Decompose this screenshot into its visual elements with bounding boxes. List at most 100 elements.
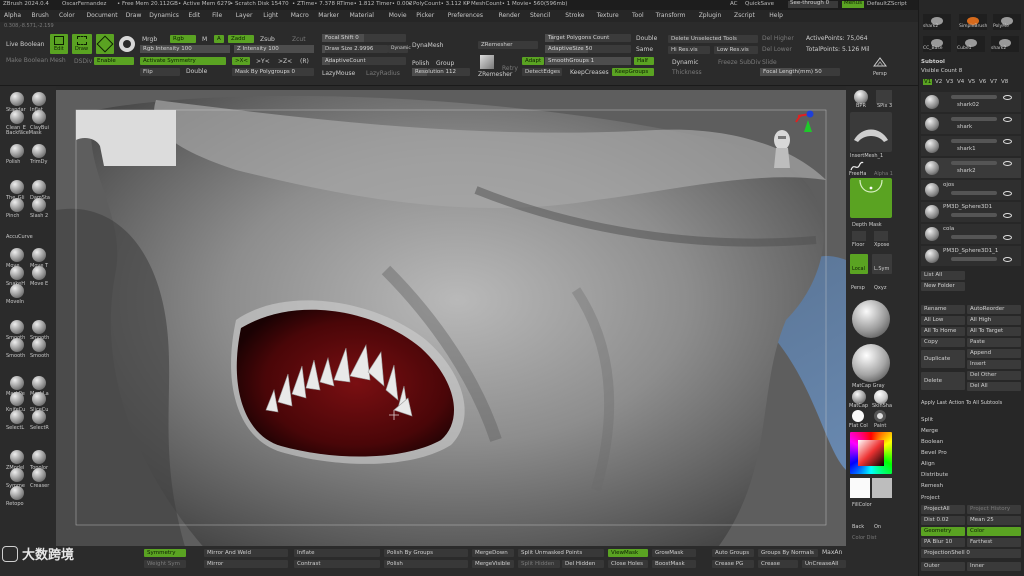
menu-marker[interactable]: Marker (318, 12, 339, 19)
dynamesh-button[interactable]: DynaMesh (412, 42, 443, 50)
brush-icon[interactable] (10, 468, 24, 482)
version-tab[interactable]: V6 (978, 79, 987, 85)
zremesher-button[interactable]: ZRemesher (478, 41, 538, 49)
alpha-thumb[interactable] (850, 178, 892, 218)
version-tab[interactable]: V5 (967, 79, 976, 85)
brush-label[interactable]: Creaser (30, 483, 49, 489)
viewmask-toggle[interactable]: ViewMask (608, 549, 648, 557)
menu-draw[interactable]: Draw (126, 12, 142, 19)
crease-button[interactable]: Crease (758, 560, 798, 568)
menu-movie[interactable]: Movie (389, 12, 407, 19)
z-axis-button[interactable]: >Z< (278, 58, 292, 66)
navigation-gizmo[interactable] (768, 108, 814, 174)
subtool-slider[interactable] (951, 235, 997, 239)
version-tab[interactable]: V7 (989, 79, 998, 85)
focal-length-slider[interactable]: Focal Length(mm) 50 (760, 68, 840, 76)
boolean-section[interactable]: Boolean (921, 438, 1021, 447)
edit-button[interactable]: Edit (50, 34, 68, 54)
half-button[interactable]: Half (634, 57, 654, 65)
eye-icon[interactable] (1003, 161, 1012, 166)
tool-thumb[interactable]: SimpleBrush (959, 14, 987, 30)
copy-button[interactable]: Copy (921, 338, 965, 347)
brush-label[interactable]: AccuCurve (6, 234, 33, 240)
subtool-slider[interactable] (951, 139, 997, 143)
polish-by-groups-slider[interactable]: Polish By Groups (384, 549, 468, 557)
brush-icon[interactable] (10, 392, 24, 406)
brush-icon[interactable] (10, 92, 24, 106)
all-low-button[interactable]: All Low (921, 316, 965, 325)
projectall-button[interactable]: ProjectAll (921, 505, 965, 514)
growmask-button[interactable]: GrowMask (652, 549, 696, 557)
floor-icon[interactable] (852, 231, 866, 241)
rgb-button[interactable]: Rgb (170, 35, 196, 43)
back-label[interactable]: Back (852, 523, 864, 531)
mergevisible-button[interactable]: MergeVisible (472, 560, 514, 568)
subtool-header[interactable]: Subtool (921, 58, 1021, 67)
mask-by-polygroups-slider[interactable]: Mask By Polygroups 0 (232, 68, 314, 76)
brush-icon[interactable] (32, 320, 46, 334)
version-tab[interactable]: V1 (923, 79, 933, 85)
menus-toggle[interactable]: Menus (842, 0, 864, 8)
delete-unselected-tools-button[interactable]: Delete Unselected Tools (668, 35, 758, 43)
detect-edges-button[interactable]: DetectEdges (522, 68, 562, 76)
brush-label[interactable]: BackfaceMask (6, 130, 42, 136)
brush-icon[interactable] (10, 376, 24, 390)
brush-label[interactable]: MoveIn (6, 299, 24, 305)
main-color-swatch[interactable] (850, 478, 870, 498)
brush-icon[interactable] (32, 410, 46, 424)
tool-thumb[interactable]: shark2 (923, 14, 951, 30)
double-button[interactable]: Double (636, 35, 657, 43)
all-to-home-button[interactable]: All To Home (921, 327, 965, 336)
menu-stencil[interactable]: Stencil (530, 12, 550, 19)
freeze-subdiv-button[interactable]: Freeze SubDiv (718, 59, 761, 67)
eye-icon[interactable] (1003, 139, 1012, 144)
lsym-button[interactable]: L.Sym (872, 254, 892, 274)
all-high-button[interactable]: All High (967, 316, 1021, 325)
brush-label[interactable]: Smooth (30, 353, 49, 359)
delete-button[interactable]: Delete (921, 372, 965, 390)
weight-sym-button[interactable]: Weight Sym (144, 560, 186, 568)
brush-icon[interactable] (10, 248, 24, 262)
draw-size-slider[interactable]: Draw Size 2.9996 (322, 45, 388, 53)
farthest-button[interactable]: Farthest (967, 538, 1021, 547)
brush-icon[interactable] (10, 180, 24, 194)
menu-texture[interactable]: Texture (597, 12, 619, 19)
menu-zscript[interactable]: Zscript (734, 12, 755, 19)
project-section[interactable]: Project (921, 494, 1021, 503)
menu-preferences[interactable]: Preferences (448, 12, 483, 19)
tool-thumb[interactable]: Cube1 (957, 36, 985, 52)
brush-icon[interactable] (32, 198, 46, 212)
menu-light[interactable]: Light (263, 12, 278, 19)
menu-layer[interactable]: Layer (236, 12, 253, 19)
split-hidden-button[interactable]: Split Hidden (518, 560, 560, 568)
eye-icon[interactable] (1003, 191, 1012, 196)
auto-groups-button[interactable]: Auto Groups (712, 549, 754, 557)
merge-section[interactable]: Merge (921, 427, 1021, 436)
auto-reorder-button[interactable]: AutoReorder (967, 305, 1021, 314)
brush-label[interactable]: Pinch (6, 213, 19, 219)
flip-button[interactable]: Flip (140, 68, 180, 76)
default-zscript[interactable]: DefaultZScript (867, 1, 907, 7)
version-tab[interactable]: V8 (1000, 79, 1009, 85)
bevel-pro-section[interactable]: Bevel Pro (921, 449, 1021, 458)
brush-label[interactable]: Slash 2 (30, 213, 48, 219)
menu-file[interactable]: File (212, 12, 222, 19)
fillcolor-label[interactable]: FillColor (852, 501, 872, 509)
retry-button[interactable]: Retry (502, 65, 518, 73)
eye-icon[interactable] (1003, 213, 1012, 218)
eye-icon[interactable] (1003, 117, 1012, 122)
subtool-slider[interactable] (951, 191, 997, 195)
remesh-section[interactable]: Remesh (921, 482, 1021, 491)
thickness-slider[interactable]: Thickness (672, 69, 702, 77)
tool-thumb[interactable]: PolyMe (993, 14, 1021, 30)
group-button[interactable]: Group (436, 60, 454, 68)
paste-button[interactable]: Paste (967, 338, 1021, 347)
same-button[interactable]: Same (636, 46, 653, 54)
align-section[interactable]: Align (921, 460, 1021, 469)
new-folder-button[interactable]: New Folder (921, 282, 965, 291)
split-section[interactable]: Split (921, 416, 1021, 425)
mirror-button[interactable]: Mirror (204, 560, 288, 568)
project-history-button[interactable]: Project History (967, 505, 1021, 514)
menu-brush[interactable]: Brush (32, 12, 49, 19)
brush-icon[interactable] (10, 284, 24, 298)
